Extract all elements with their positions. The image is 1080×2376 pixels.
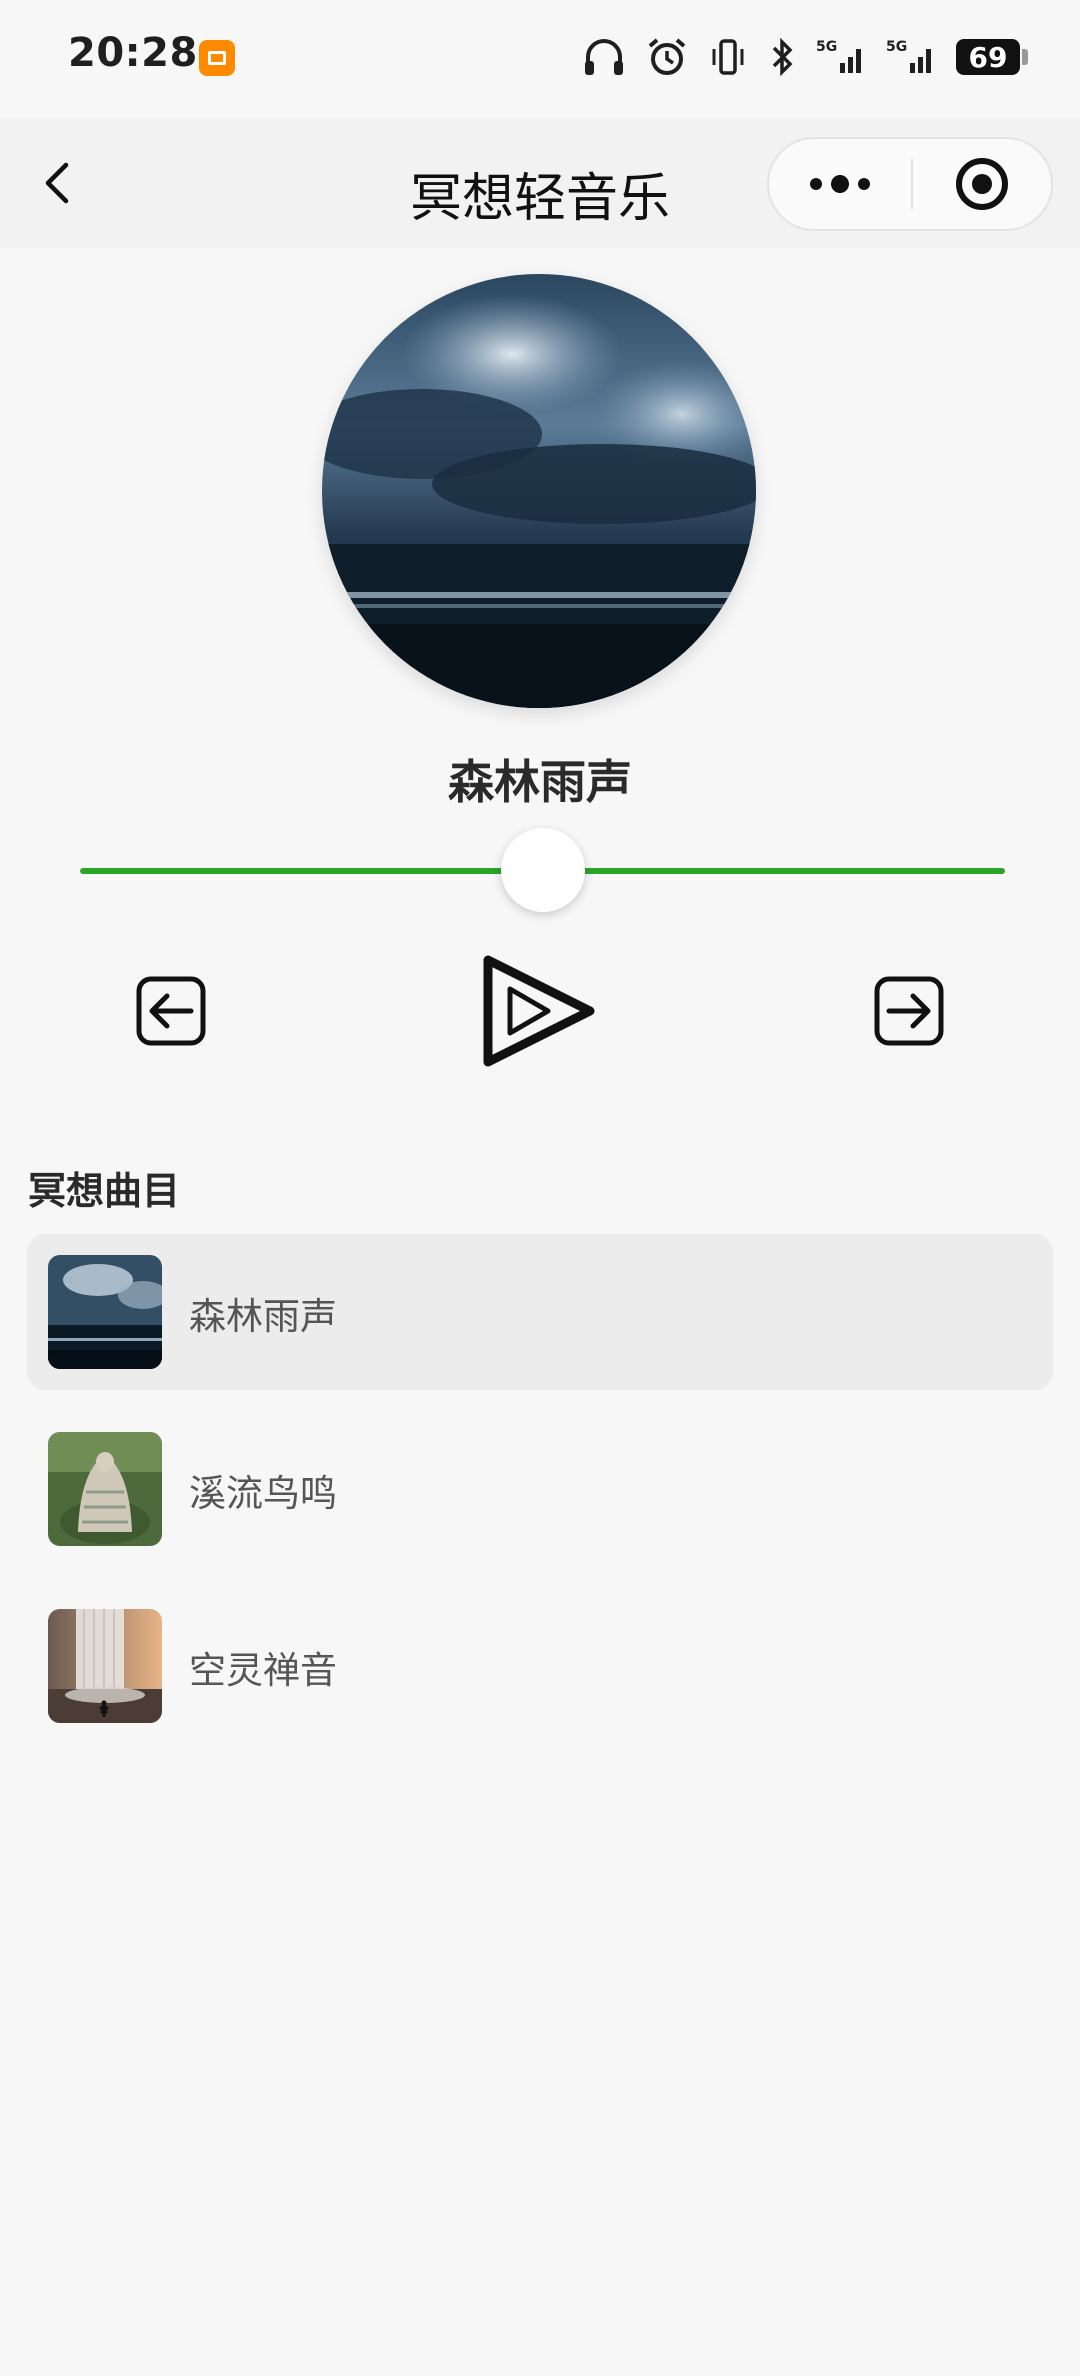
more-dots-icon — [810, 175, 870, 193]
nav-bar: 冥想轻音乐 — [0, 118, 1080, 248]
mini-program-capsule — [767, 137, 1053, 231]
app-notification-icon — [199, 40, 235, 76]
target-close-icon — [956, 158, 1008, 210]
track-thumbnail — [48, 1255, 162, 1369]
next-button[interactable] — [871, 973, 947, 1049]
list-item[interactable]: 溪流鸟鸣 — [27, 1411, 1053, 1567]
list-item[interactable]: 空灵禅音 — [27, 1588, 1053, 1744]
status-icons: 5G 5G 69 — [582, 36, 1028, 78]
playlist-heading: 冥想曲目 — [28, 1169, 181, 1213]
album-cover — [322, 274, 756, 708]
signal-5g-icon: 5G — [886, 39, 931, 73]
progress-thumb[interactable] — [500, 828, 585, 912]
signal-5g-icon: 5G — [816, 39, 861, 73]
status-bar: 20:28 5G 5G 69 — [0, 0, 1080, 118]
list-item[interactable]: 森林雨声 — [27, 1234, 1053, 1390]
track-title: 溪流鸟鸣 — [189, 1472, 337, 1515]
play-button[interactable] — [478, 950, 600, 1072]
status-time: 20:28 — [68, 30, 198, 76]
prev-button[interactable] — [133, 973, 209, 1049]
bluetooth-icon — [772, 37, 793, 77]
close-button[interactable] — [913, 139, 1051, 229]
headphones-icon — [585, 39, 623, 75]
stormy-sea-image — [322, 274, 756, 708]
svg-text:5G: 5G — [816, 39, 837, 55]
vibrate-icon — [712, 39, 744, 75]
track-title: 森林雨声 — [189, 1295, 337, 1338]
track-thumbnail — [48, 1432, 162, 1546]
svg-text:5G: 5G — [886, 39, 907, 55]
alarm-icon — [648, 38, 686, 75]
battery-icon: 69 — [956, 39, 1028, 75]
track-thumbnail — [48, 1609, 162, 1723]
track-title: 空灵禅音 — [189, 1649, 337, 1692]
current-song-title: 森林雨声 — [448, 755, 632, 809]
track-list: 森林雨声 溪流鸟鸣 空灵禅音 — [27, 1234, 1053, 1765]
more-button[interactable] — [769, 139, 911, 229]
